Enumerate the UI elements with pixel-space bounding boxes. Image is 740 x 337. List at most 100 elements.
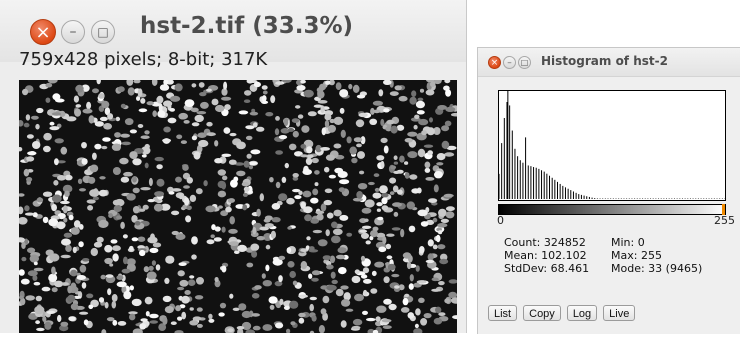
nucleus-blob xyxy=(289,300,299,309)
nucleus-blob xyxy=(154,191,165,197)
nucleus-blob xyxy=(221,226,226,233)
nucleus-blob xyxy=(372,100,383,106)
nucleus-blob xyxy=(86,101,92,110)
nucleus-blob xyxy=(191,83,197,88)
nucleus-blob xyxy=(355,119,365,128)
histogram-frame xyxy=(498,90,726,201)
nucleus-blob xyxy=(170,321,177,325)
nucleus-blob xyxy=(445,89,452,97)
close-icon[interactable]: × xyxy=(30,19,56,45)
nucleus-blob xyxy=(236,326,245,330)
nucleus-blob xyxy=(112,199,120,206)
nucleus-blob xyxy=(175,305,182,312)
nucleus-blob xyxy=(349,146,358,155)
nucleus-blob xyxy=(60,321,69,327)
nucleus-blob xyxy=(337,247,347,254)
nucleus-blob xyxy=(167,117,177,124)
nucleus-blob xyxy=(404,138,413,143)
close-icon[interactable]: × xyxy=(488,56,501,69)
nucleus-blob xyxy=(68,214,74,221)
nucleus-blob xyxy=(44,321,52,330)
nucleus-blob xyxy=(159,84,170,91)
nucleus-blob xyxy=(206,132,216,137)
nucleus-blob xyxy=(340,320,347,328)
nucleus-blob xyxy=(286,247,292,254)
nucleus-blob xyxy=(427,239,434,247)
nucleus-blob xyxy=(133,79,141,84)
nucleus-blob xyxy=(93,241,103,248)
nucleus-blob xyxy=(351,325,361,330)
nucleus-blob xyxy=(113,204,123,213)
nucleus-blob xyxy=(400,307,410,313)
nucleus-blob xyxy=(162,138,172,143)
nucleus-blob xyxy=(108,213,113,219)
nucleus-blob xyxy=(360,255,366,262)
maximize-icon[interactable]: □ xyxy=(91,20,115,44)
nucleus-blob xyxy=(181,295,190,304)
histogram-window-titlebar[interactable]: × – □ Histogram of hst-2 xyxy=(478,48,740,77)
nucleus-blob xyxy=(116,215,123,220)
minimize-icon[interactable]: – xyxy=(503,56,516,69)
nucleus-blob xyxy=(376,155,385,161)
log-button[interactable]: Log xyxy=(566,305,598,321)
nucleus-blob xyxy=(19,295,24,300)
nucleus-blob xyxy=(43,132,52,141)
nucleus-blob xyxy=(321,127,326,136)
nucleus-blob xyxy=(262,280,272,287)
list-button[interactable]: List xyxy=(488,305,518,321)
nucleus-blob xyxy=(189,307,194,311)
nucleus-blob xyxy=(417,209,428,217)
nucleus-blob xyxy=(171,210,180,216)
nucleus-blob xyxy=(430,81,436,88)
nucleus-blob xyxy=(261,95,267,102)
nucleus-blob xyxy=(308,273,313,279)
nucleus-blob xyxy=(177,286,185,291)
nucleus-blob xyxy=(208,318,215,323)
nucleus-blob xyxy=(190,107,199,113)
stat-min: Min: 0 xyxy=(611,236,645,249)
nucleus-blob xyxy=(228,241,239,247)
nucleus-blob xyxy=(45,82,53,88)
nucleus-blob xyxy=(83,319,89,326)
nucleus-blob xyxy=(184,197,190,206)
minimize-icon[interactable]: – xyxy=(61,20,85,44)
nucleus-blob xyxy=(340,129,346,138)
nucleus-blob xyxy=(279,298,284,306)
nucleus-blob xyxy=(411,188,420,194)
copy-button[interactable]: Copy xyxy=(523,305,561,321)
nucleus-blob xyxy=(178,262,187,266)
nucleus-blob xyxy=(150,233,155,241)
nucleus-blob xyxy=(409,174,418,180)
nucleus-blob xyxy=(33,281,41,286)
nucleus-blob xyxy=(140,135,150,139)
nucleus-blob xyxy=(149,313,159,319)
nucleus-blob xyxy=(252,325,261,331)
maximize-icon[interactable]: □ xyxy=(518,56,531,69)
nucleus-blob xyxy=(296,84,306,91)
nucleus-blob xyxy=(64,190,70,197)
nucleus-blob xyxy=(378,246,387,253)
nucleus-blob xyxy=(290,321,296,326)
nucleus-blob xyxy=(174,83,183,92)
nucleus-blob xyxy=(311,315,317,322)
nucleus-blob xyxy=(77,178,83,184)
nucleus-blob xyxy=(427,150,434,156)
nucleus-blob xyxy=(397,189,403,195)
nucleus-blob xyxy=(445,211,455,219)
nucleus-blob xyxy=(438,208,447,217)
nucleus-blob xyxy=(88,304,94,310)
nucleus-blob xyxy=(228,228,238,234)
nucleus-blob xyxy=(61,282,69,286)
nucleus-blob xyxy=(383,145,389,154)
nucleus-blob xyxy=(79,224,84,230)
live-button[interactable]: Live xyxy=(603,305,636,321)
microscopy-image[interactable] xyxy=(16,76,462,337)
nucleus-blob xyxy=(399,155,405,163)
nucleus-blob xyxy=(390,165,397,170)
histogram-plot[interactable] xyxy=(498,90,726,216)
nucleus-blob xyxy=(186,177,193,184)
nucleus-blob xyxy=(98,189,108,197)
nucleus-blob xyxy=(372,226,379,232)
nucleus-blob xyxy=(198,82,205,88)
nucleus-blob xyxy=(43,145,51,153)
